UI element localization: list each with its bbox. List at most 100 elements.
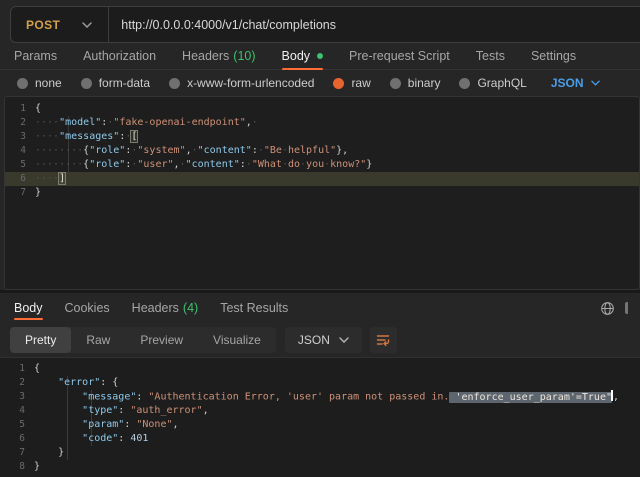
tab-label: Test Results [220,301,288,315]
line-number[interactable]: 7 [4,446,34,460]
line-number[interactable]: 2 [5,116,35,130]
radio-label: GraphQL [477,76,526,90]
tab-label: Body [14,301,43,315]
radio-icon [169,78,180,89]
body-type-row: none form-data x-www-form-urlencoded raw bin… [0,70,640,96]
tab-params[interactable]: Params [14,43,57,69]
body-type-none[interactable]: none [17,76,62,90]
tab-label: Headers [182,49,229,63]
body-type-form-data[interactable]: form-data [81,76,150,90]
body-type-raw[interactable]: raw [333,76,370,90]
tab-body[interactable]: Body [14,293,43,323]
code-text: "error": { [34,376,118,390]
tab-label: Cookies [65,301,110,315]
line-number[interactable]: 1 [5,102,35,116]
globe-icon[interactable] [600,301,615,316]
code-text: "type": "auth_error", [34,404,209,418]
unsaved-dot-icon [317,53,323,59]
response-language-select[interactable]: JSON [285,327,362,353]
code-text: { [34,362,40,376]
line-number[interactable]: 1 [4,362,34,376]
body-type-binary[interactable]: binary [390,76,441,90]
radio-label: binary [408,76,441,90]
code-line: 8} [4,460,640,474]
radio-label: form-data [99,76,150,90]
body-type-graphql[interactable]: GraphQL [459,76,526,90]
tab-settings[interactable]: Settings [531,43,576,69]
code-text: ····"messages":·[ [35,130,137,144]
tab-pre-request-script[interactable]: Pre-request Script [349,43,450,69]
radio-icon [333,78,344,89]
code-text: } [34,460,40,474]
code-line: 3 "message": "Authentication Error, 'use… [4,390,640,404]
tab-label: Body [282,49,311,63]
response-tabs: Body Cookies Headers(4) Test Results [0,293,640,323]
request-url-bar: POST http://0.0.0.0:4000/v1/chat/complet… [10,6,640,43]
response-body-editor[interactable]: 1{2 "error": {3 "message": "Authenticati… [0,357,640,477]
code-line: 5 "param": "None", [4,418,640,432]
response-meta [600,301,626,316]
tab-label: Pre-request Script [349,49,450,63]
tab-label: Params [14,49,57,63]
tab-label: Settings [531,49,576,63]
tab-count-badge: (4) [183,301,198,315]
code-line: 6 "code": 401 [4,432,640,446]
code-line: 7 } [4,446,640,460]
code-line: 4 "type": "auth_error", [4,404,640,418]
view-visualize[interactable]: Visualize [198,327,276,353]
code-text: } [34,446,64,460]
line-number[interactable]: 6 [5,172,35,186]
line-number[interactable]: 5 [4,418,34,432]
code-text: "code": 401 [34,432,148,446]
code-text: "param": "None", [34,418,179,432]
wrap-text-button[interactable] [370,327,397,353]
line-number[interactable]: 4 [5,144,35,158]
radio-label: none [35,76,62,90]
radio-icon [17,78,28,89]
view-raw[interactable]: Raw [71,327,125,353]
line-number[interactable]: 3 [4,390,34,404]
view-pretty[interactable]: Pretty [10,327,71,353]
tab-test-results[interactable]: Test Results [220,293,288,323]
response-toolbar: PrettyRawPreviewVisualize JSON [10,327,640,353]
radio-icon [459,78,470,89]
tab-headers[interactable]: Headers(4) [132,293,199,323]
url-input[interactable]: http://0.0.0.0:4000/v1/chat/completions [109,18,348,32]
code-line: 6····] [5,172,639,186]
code-line: 2····"model":·"fake-openai-endpoint",· [5,116,639,130]
body-type-x-www-form-urlencoded[interactable]: x-www-form-urlencoded [169,76,314,90]
line-number[interactable]: 4 [4,404,34,418]
view-preview[interactable]: Preview [125,327,198,353]
body-type-options: none form-data x-www-form-urlencoded raw bin… [17,76,527,90]
code-text: ····"model":·"fake-openai-endpoint",· [35,116,258,130]
body-language-select[interactable]: JSON [551,76,600,90]
code-line: 5········{"role":·"user",·"content":·"Wh… [5,158,639,172]
tab-authorization[interactable]: Authorization [83,43,156,69]
code-text: ····] [35,172,65,186]
line-number[interactable]: 5 [5,158,35,172]
chevron-down-icon [339,337,349,343]
radio-icon [390,78,401,89]
line-number[interactable]: 3 [5,130,35,144]
line-number[interactable]: 2 [4,376,34,390]
radio-icon [81,78,92,89]
code-line: 7} [5,186,639,200]
request-body-editor[interactable]: 1{2····"model":·"fake-openai-endpoint",·… [4,96,640,290]
method-select[interactable]: POST [11,7,108,42]
tab-tests[interactable]: Tests [476,43,505,69]
tab-label: Authorization [83,49,156,63]
code-line: 1{ [4,362,640,376]
tab-label: Tests [476,49,505,63]
tab-headers[interactable]: Headers (10) [182,43,255,69]
tab-body[interactable]: Body [282,43,324,69]
response-view-switch: PrettyRawPreviewVisualize [10,327,276,353]
line-number[interactable]: 8 [4,460,34,474]
line-number[interactable]: 7 [5,186,35,200]
line-number[interactable]: 6 [4,432,34,446]
request-tabs: Params Authorization Headers (10) Body Pre-re… [0,43,640,70]
radio-label: x-www-form-urlencoded [187,76,314,90]
tab-cookies[interactable]: Cookies [65,293,110,323]
method-label: POST [26,18,60,32]
code-text: ········{"role":·"system",·"content":·"B… [35,144,348,158]
tab-count-badge: (10) [233,49,255,63]
